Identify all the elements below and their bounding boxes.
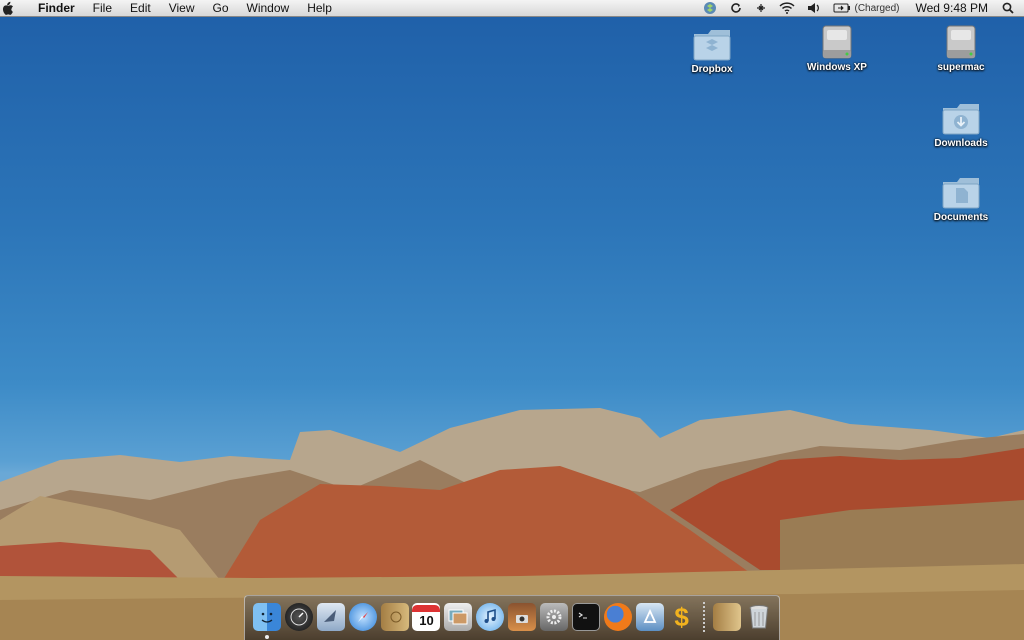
spotlight-search-icon[interactable] — [998, 2, 1024, 14]
battery-status[interactable]: (Charged) — [827, 0, 905, 17]
dock-photo-booth-icon[interactable] — [508, 603, 537, 631]
hard-drive-icon — [941, 24, 981, 60]
battery-icon — [833, 3, 851, 13]
menu-file[interactable]: File — [84, 0, 121, 17]
desktop-icon-windows-xp[interactable]: Windows XP — [794, 24, 880, 73]
dock-address-book-icon[interactable] — [380, 603, 409, 631]
desktop-icon-dropbox[interactable]: Dropbox — [669, 26, 755, 75]
calendar-header — [412, 604, 441, 612]
dock-photo-icon[interactable] — [444, 603, 473, 631]
dock-terminal-icon[interactable] — [571, 603, 600, 631]
menu-window[interactable]: Window — [238, 0, 299, 17]
dock-separator — [703, 602, 706, 632]
dock-system-preferences-icon[interactable] — [540, 603, 569, 631]
dock: 10 $ — [244, 595, 780, 640]
dock-firefox-icon[interactable] — [603, 603, 632, 631]
bluetooth-icon[interactable] — [749, 2, 773, 14]
dock-mail-icon[interactable] — [316, 603, 345, 631]
dock-dashboard-icon[interactable] — [284, 603, 313, 631]
menu-bar: Finder File Edit View Go Window Help (Ch… — [0, 0, 1024, 17]
menu-clock[interactable]: Wed 9:48 PM — [906, 0, 998, 17]
dock-itunes-icon[interactable] — [476, 603, 505, 631]
dock-ical-icon[interactable]: 10 — [412, 603, 441, 631]
calendar-date: 10 — [419, 612, 434, 628]
desktop-icon-label: Windows XP — [807, 62, 867, 73]
dock-safari-icon[interactable] — [348, 603, 377, 631]
menu-go[interactable]: Go — [204, 0, 238, 17]
apple-icon[interactable] — [0, 1, 34, 16]
menu-edit[interactable]: Edit — [121, 0, 160, 17]
desktop-icon-label: Dropbox — [691, 64, 733, 75]
volume-icon[interactable] — [801, 2, 827, 14]
dock-documents-stack-icon[interactable] — [713, 603, 742, 631]
dock-trash-icon[interactable] — [745, 603, 773, 631]
wifi-icon[interactable] — [773, 2, 801, 14]
dock-app-icon[interactable] — [635, 603, 664, 631]
battery-label: (Charged) — [854, 2, 900, 14]
dropbox-folder-icon — [692, 26, 732, 62]
documents-folder-icon — [941, 174, 981, 210]
desktop-icon-label: supermac — [937, 62, 985, 73]
dock-dollar-icon[interactable]: $ — [668, 602, 696, 632]
sync-icon[interactable] — [723, 1, 749, 15]
desktop-icon-label: Downloads — [934, 138, 988, 149]
desktop-icon-supermac[interactable]: supermac — [918, 24, 1004, 73]
menu-app-name[interactable]: Finder — [34, 0, 84, 17]
dock-finder-icon[interactable] — [253, 603, 281, 639]
hard-drive-icon — [817, 24, 857, 60]
downloads-folder-icon — [941, 100, 981, 136]
menu-help[interactable]: Help — [298, 0, 341, 17]
running-indicator — [265, 635, 269, 639]
dropbox-status-icon[interactable] — [697, 1, 723, 15]
desktop-icon-downloads[interactable]: Downloads — [918, 100, 1004, 149]
desktop-icon-documents[interactable]: Documents — [918, 174, 1004, 223]
desktop-icon-label: Documents — [933, 212, 989, 223]
menu-view[interactable]: View — [160, 0, 204, 17]
